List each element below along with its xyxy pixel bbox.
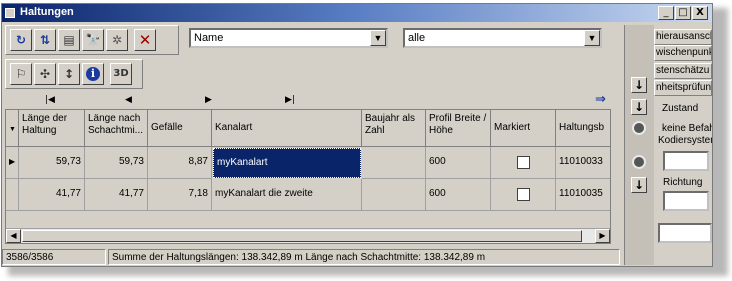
filter-select-dropdown-icon[interactable]: ▼ [584, 30, 600, 46]
side-tab-1[interactable]: hierausansch [654, 29, 712, 45]
arrow-down-icon[interactable]: ↓ [631, 77, 647, 93]
cell-laenge[interactable]: 59,73 [19, 147, 85, 179]
side-tab-2[interactable]: wischenpunk [654, 45, 712, 61]
marker-icon[interactable]: ⚐ [10, 63, 32, 85]
befahrung-label: keine Befahrung [662, 123, 712, 134]
scroll-right-icon[interactable]: ▶ [595, 229, 610, 243]
cell-haltung[interactable]: 11010033 [556, 147, 610, 179]
header-baujahr[interactable]: Baujahr als Zahl [362, 110, 426, 147]
cell-kanalart[interactable]: myKanalart die zweite [212, 179, 362, 211]
header-haltung[interactable]: Haltungsb [556, 110, 610, 147]
cell-laenge[interactable]: 41,77 [19, 179, 85, 211]
side-tab-4[interactable]: nheitsprüfun [654, 80, 712, 96]
haltungen-table: ▼ Länge der Haltung Länge nach Schachtmi… [5, 109, 611, 244]
maximize-button[interactable]: □ [675, 6, 691, 20]
extra-field[interactable] [658, 223, 712, 243]
row-indicator[interactable] [6, 179, 19, 211]
cell-haltung[interactable]: 11010035 [556, 179, 610, 211]
richtung-field[interactable] [663, 191, 709, 211]
window-title: Haltungen [20, 6, 74, 18]
info-glyph: i [86, 67, 100, 81]
jump-arrow-icon[interactable]: ⇒ [595, 92, 606, 107]
record-dot-icon[interactable] [632, 121, 646, 135]
arrow-down-icon[interactable]: ↓ [631, 177, 647, 193]
header-laenge[interactable]: Länge der Haltung [19, 110, 85, 147]
height-icon[interactable]: ↕ [58, 63, 80, 85]
nav-prev-button[interactable]: ◀ [125, 95, 132, 105]
header-gefaelle[interactable]: Gefälle [148, 110, 212, 147]
sort-icon[interactable]: ⇅ [34, 29, 56, 51]
nav-next-button[interactable]: ▶ [205, 95, 212, 105]
haltungen-window: Haltungen _ □ X ↻ ⇅ ▤ 🔭 ✲ ✕ Name ▼ alle … [1, 3, 713, 267]
cell-profil[interactable]: 600 [426, 147, 491, 179]
record-dot-icon[interactable] [632, 155, 646, 169]
toolbar-row-1: ↻ ⇅ ▤ 🔭 ✲ ✕ [5, 25, 179, 55]
kodiersystem-field[interactable] [663, 151, 709, 171]
toolbar-row-2: ⚐ ✣ ↕ i 3D [5, 59, 143, 89]
delete-icon[interactable]: ✕ [134, 29, 156, 51]
filter-select[interactable]: alle ▼ [403, 28, 602, 48]
field-select-value: Name [194, 32, 224, 44]
header-profil[interactable]: Profil Breite / Höhe [426, 110, 491, 147]
minimize-button[interactable]: _ [658, 6, 674, 20]
field-select-dropdown-icon[interactable]: ▼ [370, 30, 386, 46]
info-icon[interactable]: i [82, 63, 104, 85]
side-panel: hierausansch wischenpunk stenschätzu nhe… [654, 25, 712, 265]
row-indicator[interactable]: ▶ [6, 147, 19, 179]
filter-select-value: alle [408, 32, 426, 44]
title-bar: Haltungen _ □ X [2, 4, 712, 22]
header-kanalart[interactable]: Kanalart [212, 110, 362, 147]
cell-baujahr[interactable] [362, 179, 426, 211]
side-tab-3[interactable]: stenschätzu [654, 63, 712, 79]
cell-gefaelle[interactable]: 8,87 [148, 147, 212, 179]
kodiersystem-label: Kodiersystem [658, 135, 712, 146]
spread-icon[interactable]: ✣ [34, 63, 56, 85]
record-navigator: |◀ ◀ ▶ ▶| ⇒ [5, 92, 613, 109]
cell-baujahr[interactable] [362, 147, 426, 179]
scroll-left-icon[interactable]: ◀ [6, 229, 21, 243]
cell-gefaelle[interactable]: 7,18 [148, 179, 212, 211]
cell-markiert [491, 147, 556, 179]
scroll-thumb[interactable] [22, 230, 582, 242]
refresh-icon[interactable]: ↻ [10, 29, 32, 51]
window-icon [5, 8, 15, 18]
header-laenge-schacht[interactable]: Länge nach Schachtmi... [85, 110, 148, 147]
settings-icon[interactable]: ✲ [106, 29, 128, 51]
header-row-indicator: ▼ [6, 110, 19, 147]
print-icon[interactable]: ▤ [58, 29, 80, 51]
zustand-label: Zustand [662, 103, 699, 114]
markiert-checkbox[interactable] [517, 156, 530, 169]
cell-laenge-schacht[interactable]: 41,77 [85, 179, 148, 211]
field-select[interactable]: Name ▼ [189, 28, 388, 48]
richtung-label: Richtung [663, 177, 703, 188]
cell-markiert [491, 179, 556, 211]
nav-first-button[interactable]: |◀ [45, 95, 55, 105]
close-button[interactable]: X [692, 6, 708, 20]
text3d-icon[interactable]: 3D [110, 63, 132, 85]
nav-last-button[interactable]: ▶| [285, 95, 295, 105]
cell-laenge-schacht[interactable]: 59,73 [85, 147, 148, 179]
cell-profil[interactable]: 600 [426, 179, 491, 211]
length-summary: Summe der Haltungslängen: 138.342,89 m L… [108, 249, 620, 265]
status-bar: 3586/3586 Summe der Haltungslängen: 138.… [2, 248, 622, 266]
arrow-down-icon[interactable]: ↓ [631, 99, 647, 115]
header-markiert[interactable]: Markiert [491, 110, 556, 147]
transfer-column: ↓ ↓ ↓ [624, 25, 654, 265]
record-count: 3586/3586 [2, 249, 106, 265]
cell-kanalart-selected[interactable]: myKanalart [213, 148, 361, 178]
binoculars-icon[interactable]: 🔭 [82, 29, 104, 51]
markiert-checkbox[interactable] [517, 188, 530, 201]
horizontal-scrollbar[interactable]: ◀ ▶ [6, 228, 610, 243]
